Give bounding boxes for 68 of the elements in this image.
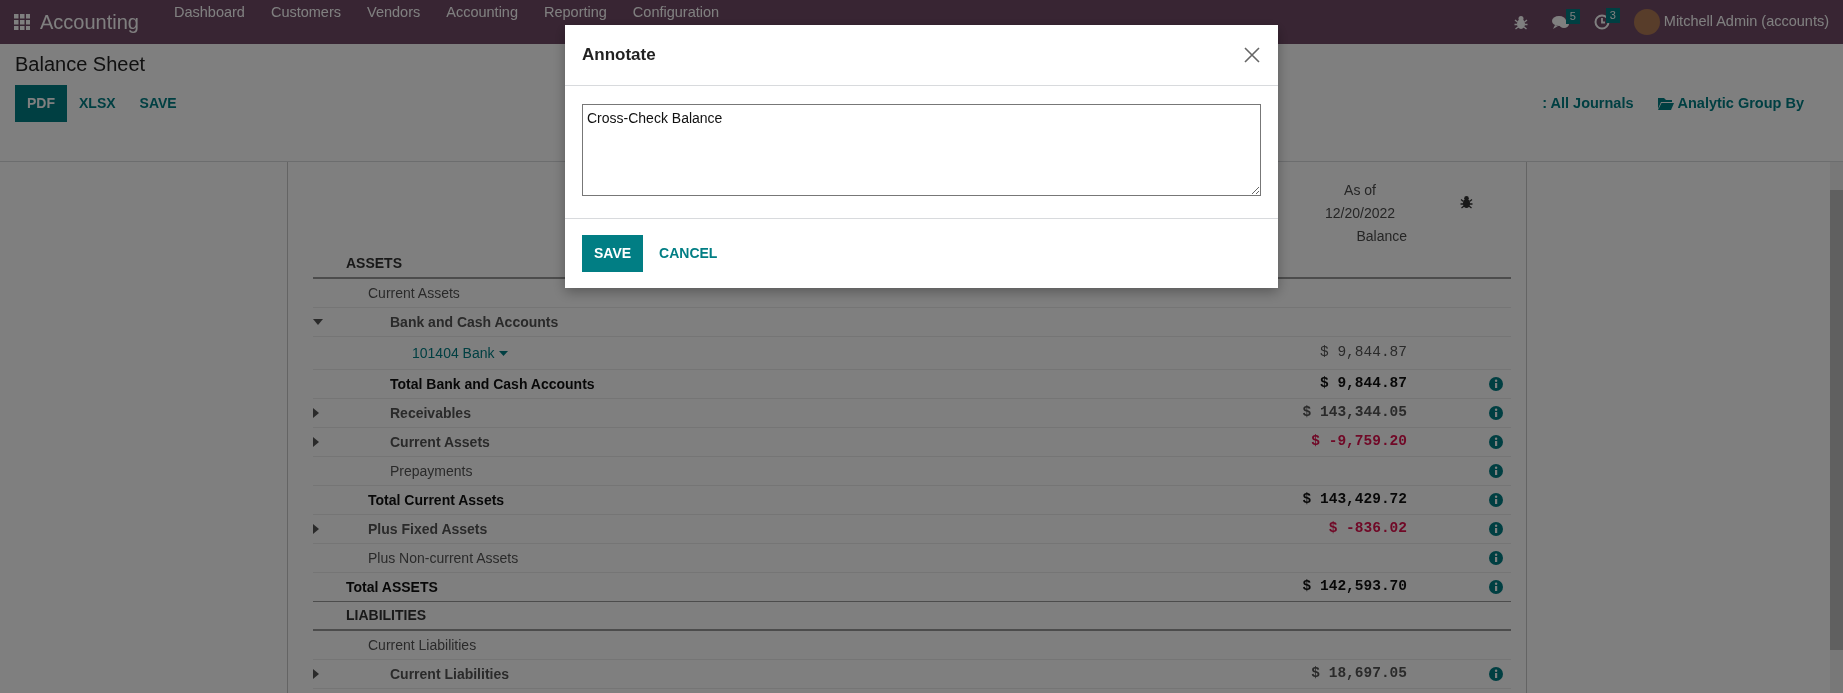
balance-value: $ 143,429.72 bbox=[1302, 491, 1407, 508]
caret-down-icon[interactable] bbox=[313, 319, 323, 325]
total-name: Total ASSETS bbox=[346, 577, 438, 597]
menu-item[interactable]: Customers bbox=[257, 4, 354, 21]
group-name[interactable]: Current Assets bbox=[390, 431, 490, 453]
info-icon[interactable] bbox=[1489, 435, 1503, 449]
line-name: Prepayments bbox=[390, 461, 473, 481]
balance-value: $ 143,344.05 bbox=[1302, 404, 1407, 421]
section-title: LIABILITIES bbox=[346, 606, 427, 625]
close-button[interactable] bbox=[1244, 47, 1260, 63]
filter-button[interactable]: : All Journals bbox=[1542, 92, 1634, 115]
export-button[interactable]: XLSX bbox=[67, 85, 128, 122]
column-date: As of bbox=[1343, 181, 1377, 200]
page-title: Balance Sheet bbox=[15, 52, 146, 76]
folder-icon bbox=[1657, 97, 1674, 110]
caret-right-icon[interactable] bbox=[313, 524, 319, 534]
count-badge: 3 bbox=[1605, 8, 1620, 23]
info-icon[interactable] bbox=[1489, 522, 1503, 536]
save-button[interactable]: SAVE bbox=[582, 235, 644, 272]
info-icon[interactable] bbox=[1489, 377, 1503, 391]
group-name[interactable]: Plus Fixed Assets bbox=[368, 518, 488, 540]
balance-value: $ 9,844.87 bbox=[1320, 344, 1407, 361]
menu-item[interactable]: Configuration bbox=[619, 4, 733, 21]
pdf-button[interactable]: PDF bbox=[15, 85, 67, 122]
line-name: Plus Non-current Assets bbox=[368, 548, 519, 568]
scrollbar[interactable] bbox=[1830, 162, 1843, 693]
menu-item[interactable]: Vendors bbox=[354, 4, 434, 21]
app-name[interactable]: Accounting bbox=[40, 7, 139, 37]
caret-right-icon[interactable] bbox=[313, 669, 319, 679]
caret-right-icon[interactable] bbox=[313, 408, 319, 418]
count-badge: 5 bbox=[1565, 8, 1580, 24]
bug-icon[interactable] bbox=[1460, 195, 1473, 209]
info-icon[interactable] bbox=[1489, 406, 1503, 420]
info-icon[interactable] bbox=[1489, 464, 1503, 478]
info-icon[interactable] bbox=[1489, 580, 1503, 594]
total-name: Total Current Assets bbox=[368, 490, 505, 510]
cancel-button[interactable]: CANCEL bbox=[647, 235, 730, 272]
menu-item[interactable]: Accounting bbox=[433, 4, 531, 21]
info-icon[interactable] bbox=[1489, 667, 1503, 681]
export-button[interactable]: SAVE bbox=[127, 85, 189, 122]
clock-icon[interactable] bbox=[1593, 14, 1610, 30]
caret-right-icon[interactable] bbox=[313, 437, 319, 447]
balance-value: $ 18,697.05 bbox=[1311, 665, 1407, 682]
total-name: Total Bank and Cash Accounts bbox=[390, 374, 595, 394]
apps-menu-icon[interactable] bbox=[14, 14, 30, 30]
dialog-title: Annotate bbox=[582, 44, 656, 66]
caret-down-icon bbox=[498, 350, 508, 356]
balance-value: $ -836.02 bbox=[1328, 520, 1407, 537]
menu-item[interactable]: Reporting bbox=[531, 4, 620, 21]
user-name[interactable]: Mitchell Admin (accounts) bbox=[1663, 11, 1829, 33]
note-field[interactable]: Cross-Check Balance bbox=[582, 104, 1261, 196]
menu-item[interactable]: Dashboard bbox=[160, 4, 258, 21]
filter-button[interactable]: Analytic Group By bbox=[1657, 92, 1804, 115]
bug-icon[interactable] bbox=[1513, 14, 1528, 30]
info-icon[interactable] bbox=[1489, 493, 1503, 507]
group-name[interactable]: Receivables bbox=[390, 402, 471, 424]
group-name[interactable]: Current Liabilities bbox=[390, 663, 510, 685]
info-icon[interactable] bbox=[1489, 551, 1503, 565]
balance-value: $ 9,844.87 bbox=[1320, 375, 1407, 392]
balance-value: $ 142,593.70 bbox=[1302, 578, 1407, 595]
column-header: Balance bbox=[1356, 227, 1407, 246]
account-link[interactable]: 101404 Bank bbox=[412, 342, 508, 364]
section-title: ASSETS bbox=[346, 254, 402, 273]
group-name[interactable]: Bank and Cash Accounts bbox=[390, 311, 559, 333]
line-name: Current Assets bbox=[368, 283, 460, 303]
balance-value: $ -9,759.20 bbox=[1311, 433, 1407, 450]
line-name: Current Liabilities bbox=[368, 635, 477, 655]
column-date: 12/20/2022 bbox=[1323, 204, 1397, 223]
